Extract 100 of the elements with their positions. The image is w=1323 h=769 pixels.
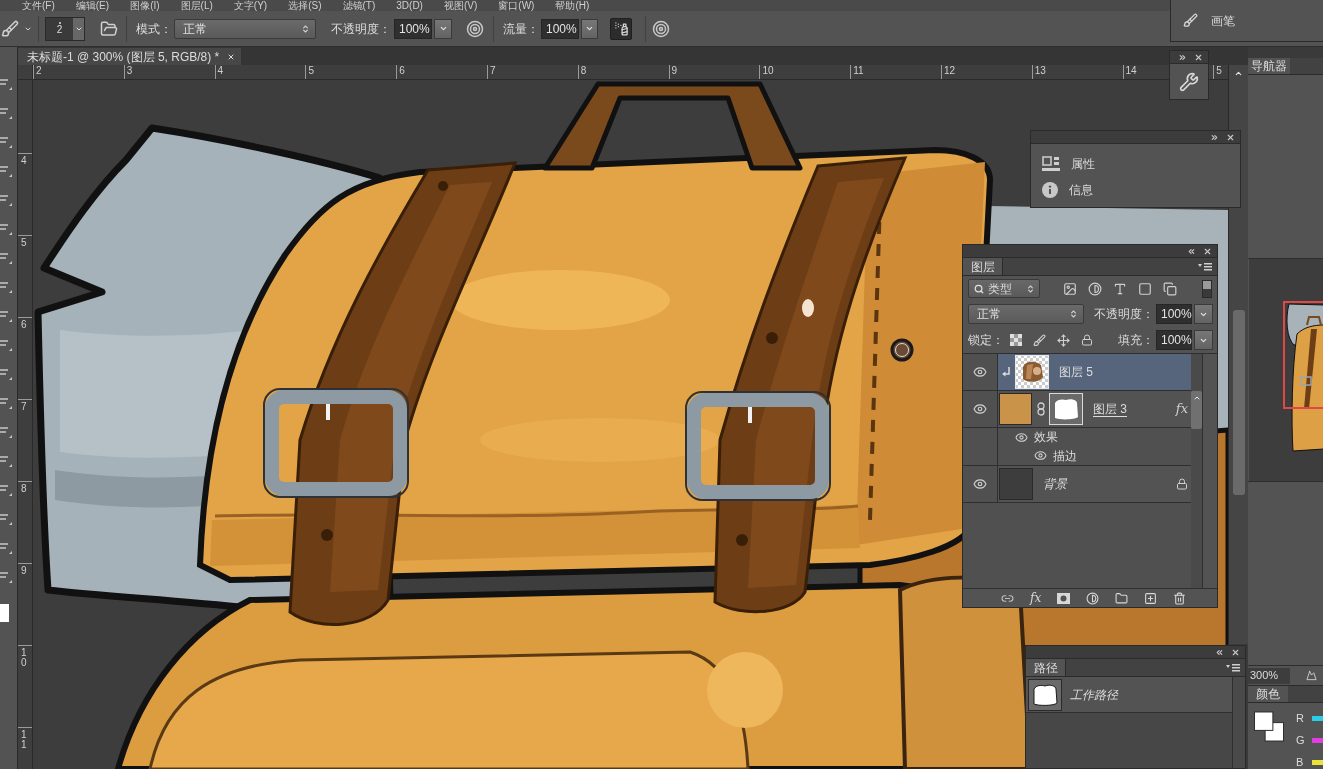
panel-item[interactable]: 画笔 <box>1183 11 1235 30</box>
menu-item[interactable]: 滤镜(T) <box>342 0 376 11</box>
panel-tab[interactable]: 导航器 <box>1248 58 1290 74</box>
menu-item[interactable]: 视图(V) <box>443 0 478 11</box>
target-icon[interactable] <box>652 19 670 38</box>
tool-icon[interactable] <box>0 106 12 120</box>
menu-item[interactable]: 文字(Y) <box>233 0 268 11</box>
search-icon[interactable] <box>974 283 984 294</box>
dropdown-button[interactable] <box>581 18 598 39</box>
properties-icon[interactable] <box>1042 156 1060 172</box>
opacity-field[interactable]: 100% <box>1156 304 1192 324</box>
scrollbar[interactable] <box>1228 65 1248 644</box>
brush-size-picker[interactable]: 2 <box>45 16 85 41</box>
close-icon[interactable] <box>227 52 236 61</box>
menu-item[interactable]: 编辑(E) <box>75 0 110 11</box>
channel-slider[interactable] <box>1312 759 1323 765</box>
channel-slider[interactable] <box>1312 715 1323 721</box>
panel-item[interactable]: 信息 <box>1042 180 1240 200</box>
move-icon[interactable] <box>1057 333 1070 347</box>
close-icon[interactable] <box>1194 52 1203 62</box>
tool-icon[interactable] <box>0 309 12 323</box>
eye-icon[interactable] <box>973 365 987 379</box>
lock-icon[interactable] <box>1081 334 1093 346</box>
zoom-field[interactable]: 300% <box>1248 667 1290 684</box>
mode-select[interactable]: 正常 <box>174 18 316 39</box>
foreground-color-swatch[interactable] <box>0 604 9 622</box>
new-layer-icon[interactable] <box>1144 591 1158 605</box>
panel-item[interactable]: 属性 <box>1042 154 1240 174</box>
wrench-icon[interactable] <box>1179 71 1199 92</box>
mountain-icon[interactable] <box>1306 670 1317 681</box>
fx-label[interactable]: fx <box>1175 399 1188 419</box>
eye-icon[interactable] <box>1034 449 1047 462</box>
tool-icon[interactable] <box>0 338 12 352</box>
collapse-icon[interactable] <box>1178 52 1187 62</box>
tool-icon[interactable] <box>0 454 12 468</box>
caret-icon[interactable] <box>438 24 448 33</box>
color-swatches-icon[interactable] <box>1254 711 1284 742</box>
close-icon[interactable] <box>1226 132 1235 142</box>
panel-tab[interactable]: 图层 <box>963 258 1003 275</box>
tool-icon[interactable] <box>0 222 12 236</box>
path-row[interactable]: 工作路径 <box>1026 677 1232 713</box>
collapse-icon[interactable] <box>1215 647 1224 657</box>
up-down-arrows-icon[interactable] <box>1026 283 1035 294</box>
menu-item[interactable]: 窗口(W) <box>498 0 535 11</box>
dropdown-button[interactable] <box>1194 330 1213 350</box>
scroll-up-icon[interactable] <box>1234 69 1243 78</box>
fx-button[interactable]: fx <box>1030 591 1042 605</box>
blend-mode-select[interactable]: 正常 <box>968 304 1084 324</box>
menu-item[interactable]: 图层(L) <box>180 0 213 11</box>
tool-icon[interactable] <box>0 193 12 207</box>
flow-field[interactable]: 100% <box>541 18 579 39</box>
tool-icon[interactable] <box>0 396 12 410</box>
dropdown-button[interactable] <box>434 18 452 39</box>
tool-icon[interactable] <box>0 135 12 149</box>
panel-tab[interactable]: 路径 <box>1026 659 1066 676</box>
panel-menu-icon[interactable] <box>1198 262 1212 271</box>
close-icon[interactable] <box>1231 647 1240 657</box>
folder-icon[interactable] <box>1115 591 1129 605</box>
document-icon[interactable] <box>1163 281 1177 296</box>
scrollbar-thumb[interactable] <box>1191 391 1202 429</box>
panel-tab[interactable]: 颜色 <box>1248 686 1288 702</box>
layer-row[interactable]: 图层 3 fx <box>998 391 1191 427</box>
filter-toggle[interactable] <box>1202 279 1212 298</box>
scrollbar-thumb[interactable] <box>1232 310 1245 495</box>
tool-icon[interactable] <box>0 570 12 584</box>
menu-item[interactable]: 3D(D) <box>396 0 423 11</box>
lock-icon[interactable] <box>1176 478 1188 490</box>
eye-icon[interactable] <box>1015 430 1028 444</box>
menu-item[interactable]: 帮助(H) <box>555 0 590 11</box>
channel-slider[interactable] <box>1312 737 1323 743</box>
filter-select[interactable]: 类型 <box>968 279 1040 298</box>
caret-icon[interactable] <box>585 24 594 33</box>
tool-icon[interactable] <box>0 541 12 555</box>
trash-icon[interactable] <box>1173 591 1187 605</box>
square-icon[interactable] <box>1138 281 1152 296</box>
document-tab[interactable]: 未标题-1 @ 300% (图层 5, RGB/8) * <box>18 48 242 65</box>
collapse-icon[interactable] <box>1187 246 1196 256</box>
folder-icon[interactable] <box>100 19 118 38</box>
up-down-arrows-icon[interactable] <box>301 23 310 34</box>
tool-icon[interactable] <box>0 483 12 497</box>
tool-icon[interactable] <box>0 77 12 91</box>
tool-icon[interactable] <box>0 367 12 381</box>
brush-icon[interactable] <box>1183 13 1198 28</box>
info-icon[interactable] <box>1042 182 1058 198</box>
scroll-up-icon[interactable] <box>1192 394 1201 402</box>
dropdown-button[interactable] <box>1194 304 1213 324</box>
menu-item[interactable]: 图像(I) <box>130 0 160 11</box>
checkerboard-icon[interactable] <box>1010 334 1022 346</box>
brush-icon[interactable] <box>1 19 19 38</box>
link-icon[interactable] <box>1037 402 1045 416</box>
menu-item[interactable]: 文件(F) <box>22 0 55 11</box>
mask-icon[interactable] <box>1057 592 1071 604</box>
brush-icon[interactable] <box>1033 333 1046 347</box>
eye-icon[interactable] <box>973 477 987 491</box>
target-icon[interactable] <box>466 19 484 38</box>
half-circle-icon[interactable] <box>1086 591 1100 605</box>
panel-menu-icon[interactable] <box>1226 663 1240 672</box>
layer-row[interactable]: 图层 5 <box>998 354 1191 390</box>
up-down-arrows-icon[interactable] <box>1069 309 1078 319</box>
half-circle-icon[interactable] <box>1088 281 1102 296</box>
